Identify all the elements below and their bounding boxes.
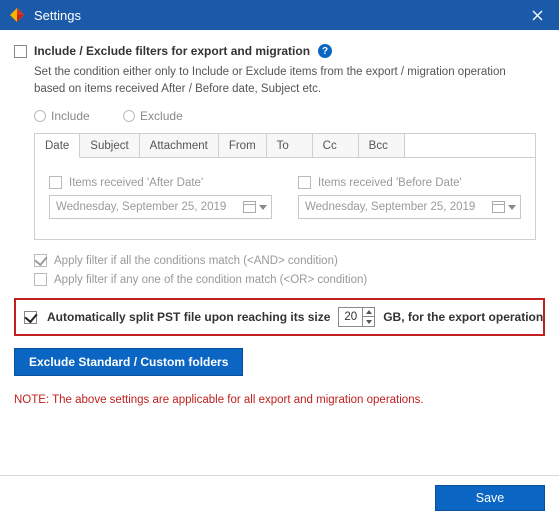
before-date-input[interactable]: Wednesday, September 25, 2019 [298,195,521,219]
window-title: Settings [34,8,515,23]
calendar-icon [492,201,505,213]
tab-cc[interactable]: Cc [313,134,359,158]
before-date-value: Wednesday, September 25, 2019 [305,201,475,213]
auto-split-suffix: GB, for the export operation [383,310,543,324]
or-condition-label: Apply filter if any one of the condition… [54,274,367,286]
filters-checkbox[interactable] [14,45,27,58]
include-exclude-radios: Include Exclude [34,109,545,125]
include-radio[interactable]: Include [34,109,90,123]
tab-label: From [229,140,256,152]
filters-heading-row: Include / Exclude filters for export and… [14,44,545,58]
or-condition-checkbox[interactable] [34,273,47,286]
chevron-down-icon [259,205,267,210]
exclude-label: Exclude [140,109,183,123]
tabs: Date Subject Attachment From To Cc Bcc [35,134,535,158]
split-size-value: 20 [339,311,362,323]
after-date-column: Items received 'After Date' Wednesday, S… [49,176,272,219]
tab-panel: Date Subject Attachment From To Cc Bcc I… [34,133,536,240]
close-button[interactable] [515,0,559,30]
tab-bcc[interactable]: Bcc [359,134,405,158]
and-condition-label: Apply filter if all the conditions match… [54,255,338,267]
tab-label: Bcc [369,140,388,152]
footer: Save [0,475,559,519]
include-label: Include [51,109,90,123]
chevron-up-icon [366,310,372,314]
before-date-label: Items received 'Before Date' [318,177,462,189]
app-icon [8,6,26,24]
after-date-input[interactable]: Wednesday, September 25, 2019 [49,195,272,219]
tab-date[interactable]: Date [35,134,80,158]
conditions-block: Apply filter if all the conditions match… [34,254,545,286]
tab-subject[interactable]: Subject [80,134,139,158]
chevron-down-icon [366,320,372,324]
spin-up[interactable] [362,308,374,317]
spin-down[interactable] [362,317,374,326]
help-icon[interactable]: ? [318,44,332,58]
tab-body: Items received 'After Date' Wednesday, S… [35,158,535,239]
close-icon [532,10,543,21]
spinner [362,308,374,326]
after-date-checkbox[interactable] [49,176,62,189]
auto-split-checkbox[interactable] [24,311,37,324]
auto-split-prefix: Automatically split PST file upon reachi… [47,310,330,324]
calendar-icon [243,201,256,213]
chevron-down-icon [508,205,516,210]
tab-attachment[interactable]: Attachment [140,134,219,158]
tab-label: Date [45,140,69,152]
tab-label: To [277,140,289,152]
tab-to[interactable]: To [267,134,313,158]
save-label: Save [476,491,505,505]
exclude-radio[interactable]: Exclude [123,109,183,123]
and-condition-checkbox[interactable] [34,254,47,267]
before-date-checkbox[interactable] [298,176,311,189]
radio-icon [123,110,135,122]
split-size-input[interactable]: 20 [338,307,375,327]
note-text: NOTE: The above settings are applicable … [14,394,545,406]
after-date-label: Items received 'After Date' [69,177,203,189]
tab-label: Attachment [150,140,208,152]
auto-split-row: Automatically split PST file upon reachi… [14,298,545,336]
titlebar: Settings [0,0,559,30]
filters-description: Set the condition either only to Include… [34,64,534,97]
radio-icon [34,110,46,122]
exclude-folders-label: Exclude Standard / Custom folders [29,355,228,369]
filters-heading: Include / Exclude filters for export and… [34,44,310,58]
before-date-column: Items received 'Before Date' Wednesday, … [298,176,521,219]
after-date-value: Wednesday, September 25, 2019 [56,201,226,213]
save-button[interactable]: Save [435,485,545,511]
tab-label: Subject [90,140,128,152]
tab-from[interactable]: From [219,134,267,158]
tab-label: Cc [323,140,337,152]
exclude-folders-button[interactable]: Exclude Standard / Custom folders [14,348,243,376]
